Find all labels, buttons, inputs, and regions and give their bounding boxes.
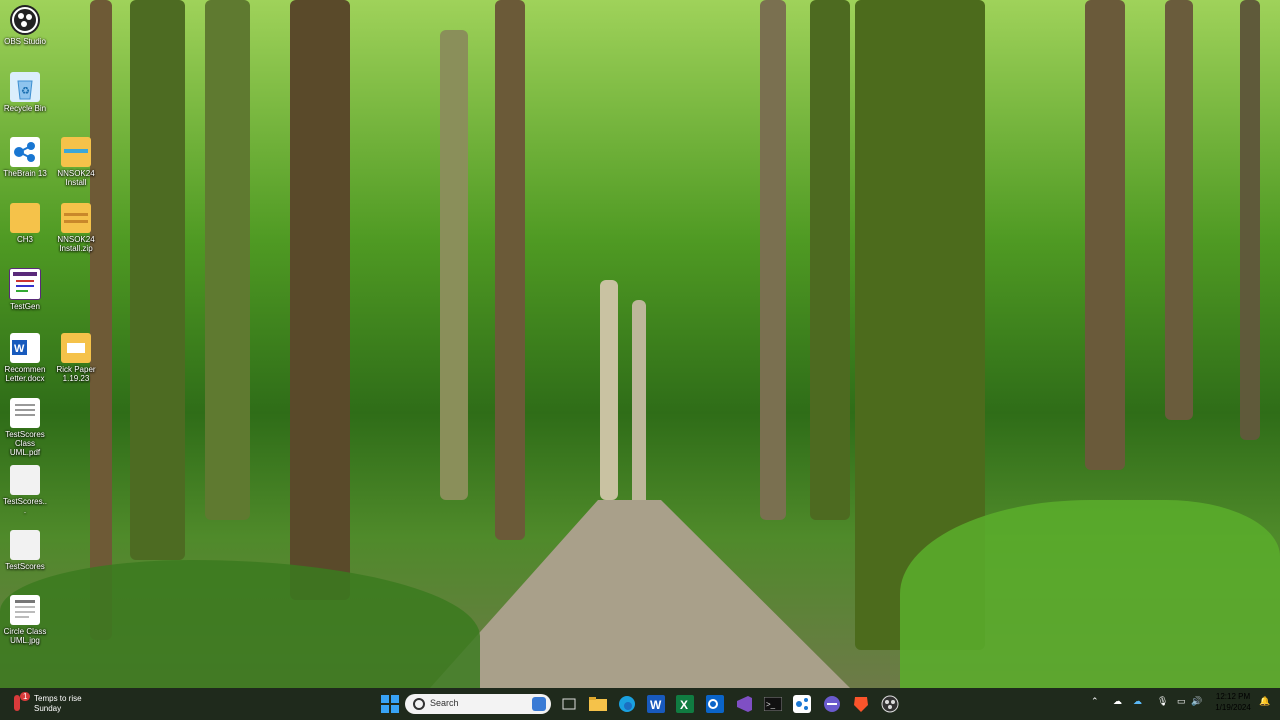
recommendation-letter-doc[interactable]: W Recommen Letter.docx	[3, 333, 47, 383]
brave-icon	[854, 697, 868, 712]
icon-label: OBS Studio	[4, 37, 46, 46]
svg-text:W: W	[14, 343, 25, 355]
circle-class-uml-jpg[interactable]: Circle Class UML.jpg	[3, 595, 47, 645]
volume-icon[interactable]: 🔊	[1191, 696, 1202, 707]
outlook-icon	[706, 695, 724, 713]
chevron-up-icon[interactable]: ⌃	[1091, 696, 1099, 707]
svg-text:>_: >_	[766, 700, 776, 709]
testscores-file-2[interactable]: TestScores	[3, 530, 47, 571]
image-file-icon	[10, 595, 40, 625]
desktop-wallpaper: OBS Studio ♻ Recycle Bin TheBrain 13 NNS…	[0, 0, 1280, 688]
notification-bell-icon[interactable]: 🔔	[1259, 696, 1270, 707]
folder-icon	[61, 333, 91, 363]
rick-paper-folder[interactable]: Rick Paper 1.19.23	[54, 333, 98, 383]
clock-time: 12:12 PM	[1215, 692, 1251, 701]
task-view-button[interactable]	[557, 692, 581, 716]
word-doc-icon: W	[10, 333, 40, 363]
icon-label: Recommen Letter.docx	[4, 365, 46, 383]
network-icon[interactable]: ▭	[1177, 696, 1186, 707]
visual-studio-icon	[737, 696, 752, 712]
testscores-uml-pdf[interactable]: TestScores Class UML.pdf	[3, 398, 47, 457]
nnsok24-install-folder[interactable]: NNSOK24 Install	[54, 137, 98, 187]
excel-button[interactable]: X	[673, 692, 697, 716]
clock-date: 1/19/2024	[1215, 703, 1251, 712]
icon-label: TestScores Class UML.pdf	[5, 430, 45, 457]
pdf-file-icon	[10, 398, 40, 428]
cloud-sync-icon[interactable]: ☁	[1113, 696, 1122, 707]
icon-label: TestGen	[10, 302, 40, 311]
recycle-bin-icon[interactable]: ♻ Recycle Bin	[3, 72, 47, 113]
thebrain-desktop-icon[interactable]: TheBrain 13	[3, 137, 47, 178]
file-explorer-icon	[589, 697, 607, 711]
icon-label: Recycle Bin	[3, 104, 47, 113]
terminal-icon: >_	[764, 697, 782, 711]
nnsok24-install-zip[interactable]: NNSOK24 Install.zip	[54, 203, 98, 253]
thebrain-button[interactable]	[790, 692, 814, 716]
file-icon	[10, 465, 40, 495]
icon-label: TheBrain 13	[3, 169, 47, 178]
recycle-icon: ♻	[10, 72, 40, 102]
icon-label: NNSOK24 Install.zip	[57, 235, 95, 253]
icon-label: TestScores...	[3, 497, 48, 515]
brave-button[interactable]	[849, 692, 873, 716]
ch3-folder[interactable]: CH3	[3, 203, 47, 244]
word-button[interactable]: W	[644, 692, 668, 716]
clock[interactable]: 12:12 PM 1/19/2024	[1211, 692, 1255, 712]
icon-label: CH3	[16, 235, 33, 244]
icon-label: Rick Paper 1.19.23	[56, 365, 96, 383]
system-tray: ⌃ ☁ ☁ 🎙 ▭ 🔊 12:12 PM 1/19/2024 🔔	[1085, 688, 1280, 720]
icon-label: TestScores	[5, 562, 45, 571]
icon-label: NNSOK24 Install	[57, 169, 95, 187]
testgen-icon[interactable]: TestGen	[3, 268, 47, 311]
edge-button[interactable]	[615, 692, 639, 716]
svg-text:♻: ♻	[21, 86, 30, 97]
obs-button[interactable]	[878, 692, 902, 716]
visual-studio-button[interactable]	[732, 692, 756, 716]
terminal-button[interactable]: >_	[761, 692, 785, 716]
testgen-app-icon	[9, 268, 41, 300]
folder-icon	[10, 203, 40, 233]
edge-icon	[619, 696, 635, 712]
file-explorer-button[interactable]	[586, 692, 610, 716]
obs-studio-icon[interactable]: OBS Studio	[3, 5, 47, 46]
svg-text:W: W	[650, 698, 662, 712]
app-button[interactable]	[820, 692, 844, 716]
folder-icon	[61, 137, 91, 167]
onedrive-icon[interactable]: ☁	[1133, 696, 1142, 707]
app-icon	[824, 696, 840, 712]
obs-icon	[10, 5, 40, 35]
thebrain-icon	[10, 137, 40, 167]
icon-label: Circle Class UML.jpg	[3, 627, 47, 645]
svg-text:X: X	[680, 698, 688, 712]
microphone-icon[interactable]: 🎙	[1157, 696, 1168, 707]
zip-folder-icon	[61, 203, 91, 233]
excel-icon: X	[676, 695, 694, 713]
outlook-button[interactable]	[703, 692, 727, 716]
task-view-icon	[562, 698, 576, 710]
word-icon: W	[647, 695, 665, 713]
thebrain-icon	[793, 695, 811, 713]
file-icon	[10, 530, 40, 560]
testscores-file-1[interactable]: TestScores...	[3, 465, 47, 515]
obs-icon	[881, 695, 899, 713]
